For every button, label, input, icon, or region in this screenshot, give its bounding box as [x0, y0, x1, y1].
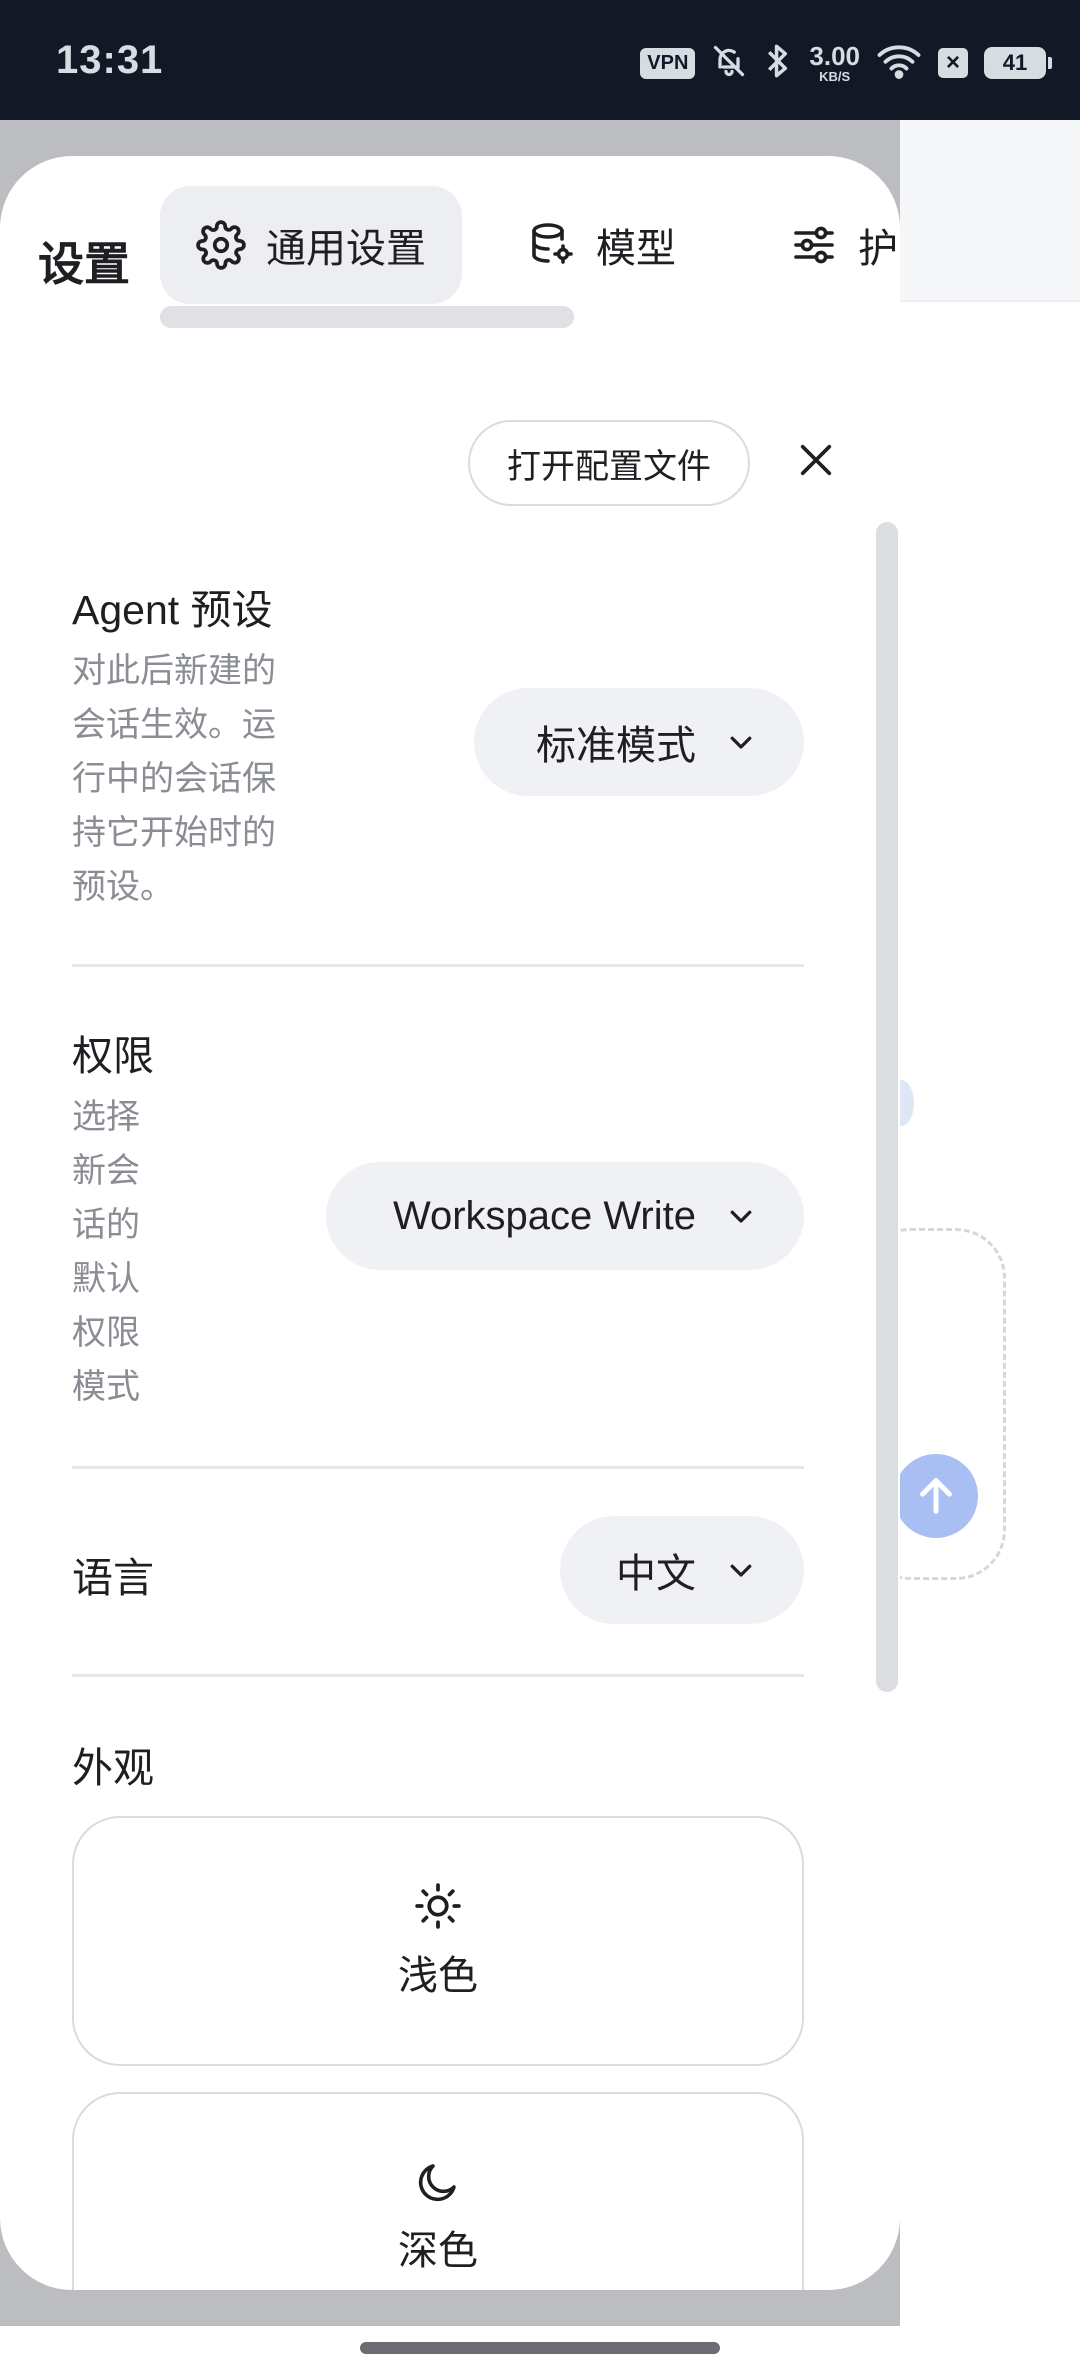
- open-config-file-button[interactable]: 打开配置文件: [468, 420, 750, 506]
- database-gear-icon: [532, 223, 573, 264]
- wifi-icon: [876, 43, 922, 84]
- chevron-down-icon: [730, 1210, 752, 1223]
- settings-scrollbar[interactable]: [876, 522, 898, 1692]
- net-speed: 3.00 KB/S: [809, 41, 860, 84]
- tab-general[interactable]: 通用设置: [160, 186, 462, 304]
- language-title: 语言: [72, 1555, 154, 1601]
- status-time: 13:31: [56, 38, 164, 82]
- tab-general-label: 通用设置: [266, 227, 426, 271]
- appearance-title: 外观: [72, 1745, 154, 1791]
- permissions-value: Workspace Write: [392, 1193, 696, 1238]
- agent-preset-description: 对此后新建的 会话生效。运 行中的会话保 持它开始时的 预设。: [72, 652, 276, 906]
- language-select[interactable]: 中文: [560, 1516, 804, 1624]
- tab-strip-scrollbar[interactable]: [160, 306, 574, 328]
- background-header: [900, 120, 1080, 302]
- background-app: [860, 120, 1080, 2326]
- home-indicator[interactable]: [360, 2342, 720, 2354]
- permissions-description: 选择 新会 话的 默认 权限 模式: [72, 1098, 140, 1406]
- sun-icon: [415, 1883, 461, 1929]
- battery-icon: 41: [984, 47, 1052, 79]
- theme-option-dark-label: 深色: [398, 2229, 478, 2273]
- tab-preferences[interactable]: 护: [754, 186, 900, 304]
- permissions-select[interactable]: Workspace Write: [326, 1162, 804, 1270]
- language-value: 中文: [616, 1552, 696, 1596]
- settings-title: 设置: [38, 238, 130, 290]
- close-icon: [800, 444, 832, 476]
- divider: [72, 1466, 804, 1469]
- agent-preset-title: Agent 预设: [72, 587, 273, 633]
- tab-models[interactable]: 模型: [492, 186, 712, 304]
- settings-tab-strip[interactable]: 通用设置 模型 护: [160, 186, 900, 316]
- gear-icon: [196, 220, 246, 270]
- theme-option-light[interactable]: 浅色: [72, 1816, 804, 2066]
- status-icons: VPN 3.00 KB/S × 41: [640, 40, 1052, 86]
- bell-muted-icon: [711, 43, 747, 84]
- close-button[interactable]: [784, 428, 848, 492]
- settings-sheet: 设置 通用设置 模型 护 打开配置文件 Agent 预设 对此后新建的 会话生效…: [0, 156, 900, 2290]
- bluetooth-icon: [763, 42, 793, 85]
- divider: [72, 964, 804, 967]
- theme-option-light-label: 浅色: [398, 1954, 478, 1998]
- tab-models-label: 模型: [596, 227, 676, 271]
- theme-option-dark[interactable]: 深色: [72, 2092, 804, 2290]
- agent-preset-select[interactable]: 标准模式: [474, 688, 804, 796]
- divider: [72, 1674, 804, 1677]
- chevron-down-icon: [730, 736, 752, 749]
- chevron-down-icon: [730, 1564, 752, 1577]
- status-bar: 13:31 VPN 3.00 KB/S × 41: [0, 0, 1080, 120]
- permissions-title: 权限: [72, 1033, 154, 1079]
- moon-icon: [418, 2164, 456, 2202]
- tab-preferences-label: 护: [858, 227, 898, 271]
- send-button[interactable]: [894, 1454, 978, 1538]
- arrow-up-icon: [920, 1478, 952, 1514]
- agent-preset-value: 标准模式: [536, 724, 696, 768]
- close-box-icon: ×: [938, 48, 968, 78]
- vpn-icon: VPN: [640, 47, 696, 79]
- sliders-icon: [794, 226, 834, 264]
